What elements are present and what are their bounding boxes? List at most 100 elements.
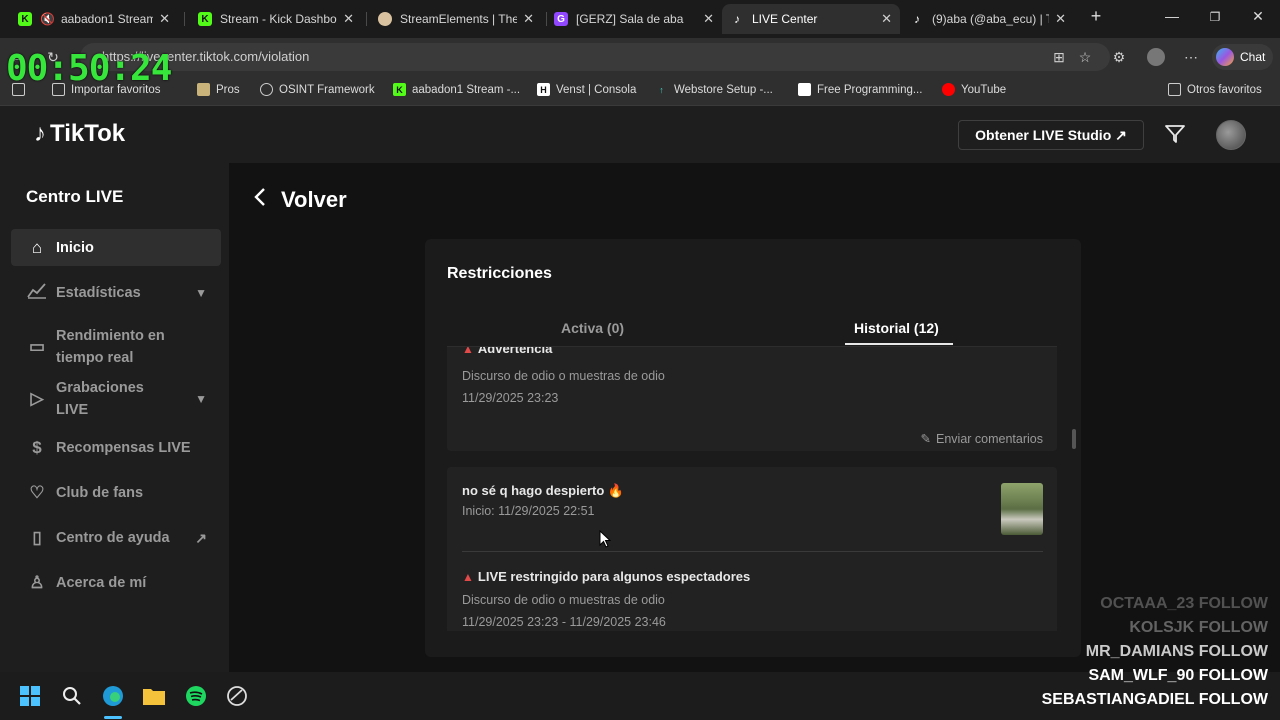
search-icon[interactable]	[60, 684, 84, 708]
sidebar-item-estadisticas[interactable]: Estadísticas ▼	[11, 281, 221, 304]
sidebar-item-rendimiento[interactable]: ▭ Rendimiento en tiempo real	[11, 325, 221, 369]
profile-icon[interactable]	[1147, 48, 1165, 66]
external-link-icon: ↗	[195, 529, 207, 546]
tab-activa[interactable]: Activa (0)	[561, 320, 624, 336]
top-navigation: ♪ TikTok Obtener LIVE Studio ↗	[0, 106, 1280, 163]
book-icon: ▯	[32, 528, 42, 547]
bookmark-item[interactable]: Kaabadon1 Stream -...	[393, 83, 520, 96]
tiktok-page: ♪ TikTok Obtener LIVE Studio ↗ Centro LI…	[0, 106, 1280, 672]
restriction-date: 11/29/2025 23:23	[462, 391, 559, 405]
app-icon[interactable]	[225, 684, 249, 708]
recording-icon: ▷	[30, 389, 44, 408]
warning-icon: ▲	[462, 347, 474, 356]
sidebar-item-inicio[interactable]: ⌂ Inicio	[11, 229, 221, 266]
chevron-down-icon[interactable]: ▼	[195, 392, 207, 406]
follow-alert: KOLSJK FOLLOW	[1129, 619, 1268, 636]
sidebar-item-centro-de-ayuda[interactable]: ▯ Centro de ayuda ↗	[11, 527, 221, 549]
bookmark-item[interactable]: Pros	[197, 83, 240, 96]
restrictions-list[interactable]: ▲ Advertencia Discurso de odio o muestra…	[447, 347, 1057, 631]
close-window-icon[interactable]: ✕	[1244, 8, 1272, 25]
heart-icon: ♡	[29, 483, 45, 502]
mouse-cursor-icon	[599, 530, 611, 548]
tab-historial[interactable]: Historial (12)	[854, 320, 939, 336]
get-live-studio-button[interactable]: Obtener LIVE Studio ↗	[958, 120, 1144, 150]
user-icon: ♙	[29, 573, 45, 592]
kick-icon: K	[18, 12, 32, 26]
tiktok-icon: ♪	[34, 120, 46, 147]
close-icon[interactable]: ✕	[881, 11, 892, 27]
bookmark-item[interactable]: YouTube	[942, 83, 1006, 96]
sidebar-item-recompensas[interactable]: $ Recompensas LIVE	[11, 437, 221, 459]
avatar[interactable]	[1216, 120, 1246, 150]
tiktok-icon: ♪	[914, 12, 920, 26]
tiktok-logo[interactable]: ♪ TikTok	[34, 120, 125, 148]
chevron-down-icon[interactable]: ▼	[195, 286, 207, 300]
streamelements-icon	[378, 12, 392, 26]
spotify-icon[interactable]	[184, 684, 208, 708]
copilot-chat-button[interactable]: Chat	[1212, 44, 1274, 70]
mute-icon[interactable]: 🔇	[40, 12, 55, 26]
sidebar-item-acerca-de-mi[interactable]: ♙ Acerca de mí	[11, 572, 221, 594]
restriction-card: ▲ Advertencia Discurso de odio o muestra…	[447, 347, 1057, 451]
folder-icon	[1168, 83, 1181, 96]
bookmark-item[interactable]: H Venst | Consola	[537, 83, 636, 96]
chart-icon	[26, 281, 48, 304]
browser-tab[interactable]: K Stream - Kick Dashboard ✕	[190, 4, 362, 34]
restriction-card: no sé q hago despierto 🔥 Inicio: 11/29/2…	[447, 467, 1057, 631]
close-icon[interactable]: ✕	[523, 11, 534, 27]
sidebar-item-grabaciones[interactable]: ▷ Grabaciones LIVE ▼	[11, 377, 221, 421]
browser-tab[interactable]: G [GERZ] Sala de aba ✕	[546, 4, 722, 34]
file-explorer-icon[interactable]	[142, 684, 166, 708]
live-thumbnail[interactable]	[1001, 483, 1043, 535]
url-box[interactable]: https://livecenter.tiktok.com/violation	[80, 43, 1110, 71]
extensions-icon[interactable]: ⚙	[1110, 48, 1128, 66]
send-feedback-link[interactable]: ✎ Enviar comentarios	[921, 431, 1043, 447]
follow-alert: SAM_WLF_90 FOLLOW	[1088, 667, 1268, 684]
address-bar: ← ↻ https://livecenter.tiktok.com/violat…	[0, 38, 1280, 76]
more-menu-icon[interactable]: ⋯	[1182, 48, 1200, 66]
follow-alert: OCTAAA_23 FOLLOW	[1100, 595, 1268, 612]
browser-tab[interactable]: StreamElements | The Ul ✕	[370, 4, 542, 34]
sidebar: Centro LIVE ⌂ Inicio Estadísticas ▼ ▭ Re…	[0, 163, 229, 672]
back-button[interactable]: Volver	[253, 187, 347, 213]
active-app-indicator	[104, 716, 122, 719]
scrollbar[interactable]	[1072, 429, 1076, 449]
h-icon: H	[537, 83, 550, 96]
split-screen-icon[interactable]: ⊞	[1050, 48, 1068, 66]
windows-start-icon[interactable]	[18, 684, 42, 708]
favorite-star-icon[interactable]: ☆	[1076, 48, 1094, 66]
close-icon[interactable]: ✕	[343, 11, 354, 27]
youtube-icon	[942, 83, 955, 96]
tab-active-indicator	[845, 343, 953, 345]
sidebar-item-club-de-fans[interactable]: ♡ Club de fans	[11, 482, 221, 504]
chevron-left-icon	[253, 187, 267, 213]
pin-icon: ↑	[659, 84, 664, 95]
book-icon	[798, 83, 811, 96]
globe-icon	[260, 83, 273, 96]
restore-icon[interactable]: ❐	[1201, 10, 1229, 24]
browser-tab-active[interactable]: ♪ LIVE Center ✕	[722, 4, 900, 34]
close-icon[interactable]: ✕	[159, 11, 170, 27]
monitor-icon: ▭	[28, 337, 46, 356]
bookmarks-bar: Importar favoritos Pros OSINT Framework …	[0, 76, 1280, 106]
close-icon[interactable]: ✕	[1055, 11, 1066, 27]
kick-icon: K	[198, 12, 212, 26]
filter-icon[interactable]	[1164, 124, 1186, 149]
bookmark-item[interactable]: OSINT Framework	[260, 83, 375, 96]
warning-icon: ▲	[462, 569, 474, 584]
restriction-date-range: 11/29/2025 23:23 - 11/29/2025 23:46	[462, 615, 666, 629]
restriction-type: ▲ LIVE restringido para algunos espectad…	[462, 569, 751, 584]
restrictions-panel: Restricciones Activa (0) Historial (12) …	[425, 239, 1081, 657]
bookmark-item[interactable]: ↑ Webstore Setup -...	[655, 83, 773, 96]
minimize-icon[interactable]: —	[1158, 8, 1186, 24]
edge-browser-icon[interactable]	[101, 684, 125, 708]
home-icon: ⌂	[31, 237, 43, 257]
follow-alert: SEBASTIANGADIEL FOLLOW	[1041, 691, 1268, 708]
dollar-icon: $	[32, 438, 42, 457]
bookmark-item[interactable]: Free Programming...	[798, 83, 922, 96]
browser-tab[interactable]: K 🔇 aabadon1 Stream - V ✕	[10, 4, 178, 34]
close-icon[interactable]: ✕	[703, 11, 714, 27]
new-tab-icon[interactable]: +	[1082, 6, 1110, 27]
browser-tab[interactable]: ♪ (9)aba (@aba_ecu) | TikTo ✕	[902, 4, 1074, 34]
other-favorites[interactable]: Otros favoritos	[1168, 83, 1262, 96]
